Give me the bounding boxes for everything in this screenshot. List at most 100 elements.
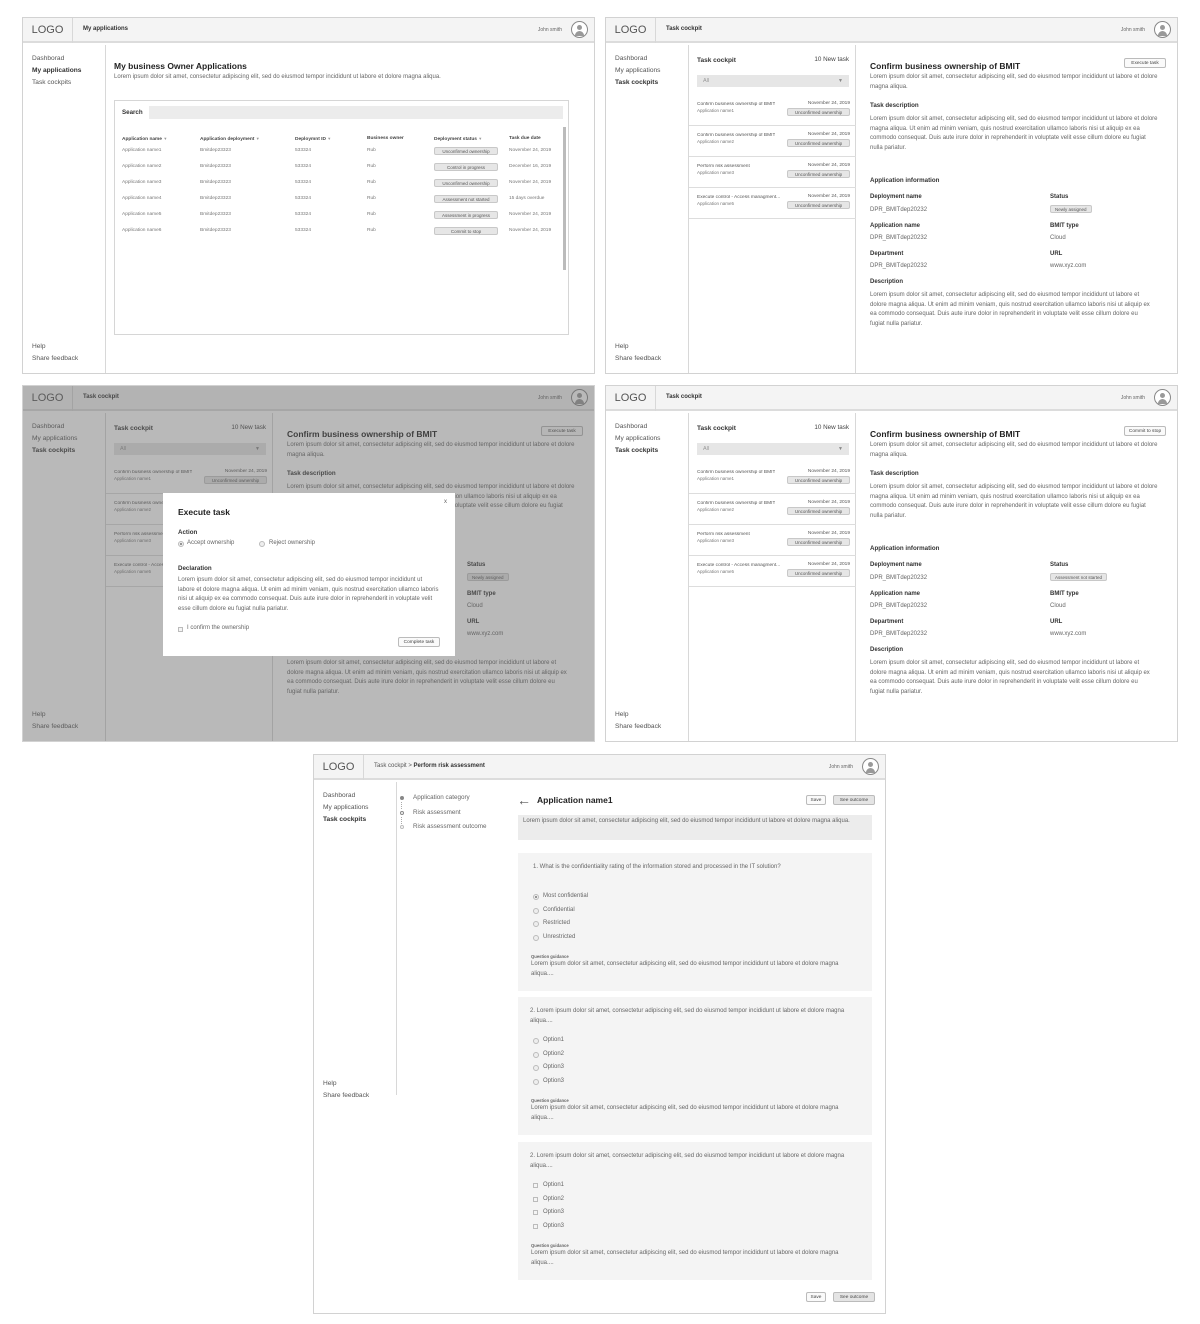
radio-most-confidential[interactable] [533,894,539,900]
nav-share-feedback[interactable]: Share feedback [32,355,78,362]
table-cell[interactable]: Application name1 [122,148,161,153]
bmit-type-value: Cloud [1050,235,1066,241]
status-label: Status [1050,194,1069,200]
step-risk-assessment[interactable]: Risk assessment [413,809,461,816]
task-list-item[interactable]: Perform risk assessment Application name3… [689,158,856,188]
task-name: Confirm business ownership of BMIT [697,470,776,475]
task-list-item[interactable]: Confirm business ownership of BMIT Applic… [689,495,856,525]
nav-help[interactable]: Help [323,1080,337,1087]
nav-task-cockpits[interactable]: Task cockpits [323,816,366,823]
nav-my-applications[interactable]: My applications [615,435,660,442]
save-button-bottom[interactable]: Save [806,1292,826,1302]
step-application-category[interactable]: Application category [413,794,470,801]
screen-task-cockpit-commit: LOGO Task cockpit John smith Dashborad My ap… [605,385,1178,742]
nav-help[interactable]: Help [32,343,46,350]
radio-unrestricted[interactable] [533,935,539,941]
table-cell[interactable]: Application name4 [122,196,161,201]
checkbox-option1[interactable] [533,1183,538,1188]
avatar-icon[interactable] [862,758,879,775]
scrollbar[interactable] [563,127,566,270]
column-header[interactable]: Application name ▼ [122,136,167,142]
column-header[interactable]: Deploymnt ID ▼ [295,136,331,142]
task-list-item[interactable]: Execute control - Access managment... App… [689,189,856,219]
status-badge: Unconfirmed ownership [787,108,850,116]
sort-icon: ▼ [478,136,483,141]
see-outcome-button[interactable]: See outcome [833,795,875,805]
task-action-button[interactable]: Execute task [1124,58,1166,68]
task-filter-select[interactable]: All ▼ [697,443,849,455]
see-outcome-button-bottom[interactable]: See outcome [833,1292,875,1302]
back-arrow-icon[interactable]: ← [517,793,531,807]
task-list-item[interactable]: Confirm business ownership of BMIT Applic… [689,127,856,157]
deployment-name-label: Deployment name [870,562,922,568]
nav-task-cockpits[interactable]: Task cockpits [615,447,658,454]
avatar-icon[interactable] [1154,389,1171,406]
url-label: URL [1050,251,1063,257]
nav-my-applications[interactable]: My applications [323,804,368,811]
task-app: Application name5 [697,201,735,206]
radio-option3[interactable] [533,1065,539,1071]
nav-my-applications[interactable]: My applications [615,67,660,74]
checkbox-option2[interactable] [533,1197,538,1202]
nav-dashboard[interactable]: Dashborad [323,792,355,799]
checkbox-option4[interactable] [533,1224,538,1229]
table-cell: November 24, 2019 [509,180,552,185]
task-list-item[interactable]: Perform risk assessment Application name3… [689,526,856,556]
table-cell[interactable]: Application name5 [122,212,161,217]
task-list-item[interactable]: Confirm business ownership of BMIT Applic… [689,464,856,494]
url-value[interactable]: www.xyz.com [1050,263,1086,269]
radio-confidential[interactable] [533,908,539,914]
user-name[interactable]: John smith [538,27,562,33]
nav-share-feedback[interactable]: Share feedback [323,1092,369,1099]
radio-option2[interactable] [533,1052,539,1058]
nav-share-feedback[interactable]: Share feedback [615,723,661,730]
url-value[interactable]: www.xyz.com [1050,631,1086,637]
task-date: November 24, 2019 [807,531,850,536]
step-risk-assessment-outcome[interactable]: Risk assessment outcome [413,823,487,830]
save-button[interactable]: Save [806,795,826,805]
user-name[interactable]: John smith [829,764,853,770]
search-input[interactable] [149,106,563,119]
radio-option4[interactable] [533,1079,539,1085]
nav-dashboard[interactable]: Dashborad [615,55,647,62]
nav-my-applications[interactable]: My applications [32,67,81,74]
complete-task-button[interactable]: Complete task [398,637,440,647]
step-dot-active-icon [400,811,404,815]
nav-task-cockpits[interactable]: Task cockpits [32,79,71,86]
table-cell[interactable]: Application name2 [122,164,161,169]
task-list-item[interactable]: Confirm business ownership of BMIT Applic… [689,96,856,126]
user-name[interactable]: John smith [1121,27,1145,33]
screen-task-cockpit-modal: LOGO Task cockpit John smith Dashborad My ap… [22,385,595,742]
task-date: November 24, 2019 [807,132,850,137]
avatar-icon[interactable] [571,21,588,38]
user-name[interactable]: John smith [1121,395,1145,401]
task-name: Execute control - Access managment... [697,195,781,200]
task-list-item[interactable]: Execute control - Access managment... App… [689,557,856,587]
nav-task-cockpits[interactable]: Task cockpits [615,79,658,86]
column-header[interactable]: Application deployment ▼ [200,136,260,142]
close-icon[interactable]: x [444,499,447,505]
task-app: Application name2 [697,139,735,144]
nav-share-feedback[interactable]: Share feedback [615,355,661,362]
radio-restricted[interactable] [533,921,539,927]
radio-option1[interactable] [533,1038,539,1044]
column-header[interactable]: Deployment status ▼ [434,136,482,142]
table-cell[interactable]: Application name3 [122,180,161,185]
nav-dashboard[interactable]: Dashborad [615,423,647,430]
nav-help[interactable]: Help [615,343,629,350]
table-cell[interactable]: Application name6 [122,228,161,233]
confirm-ownership-checkbox[interactable] [178,627,183,632]
question-3-text: 2. Lorem ipsum dolor sit amet, consectet… [530,1153,845,1169]
status-badge: Newly assigned [1050,205,1092,213]
radio-reject-ownership[interactable] [259,541,265,547]
task-panel-title: Task cockpit [697,425,736,432]
radio-accept-ownership[interactable] [178,541,184,547]
task-filter-select[interactable]: All ▼ [697,75,849,87]
table-cell: 533324 [295,212,312,217]
nav-help[interactable]: Help [615,711,629,718]
url-label: URL [1050,619,1063,625]
checkbox-option3[interactable] [533,1210,538,1215]
task-action-button[interactable]: Commit to stop [1124,426,1166,436]
nav-dashboard[interactable]: Dashborad [32,55,64,62]
avatar-icon[interactable] [1154,21,1171,38]
